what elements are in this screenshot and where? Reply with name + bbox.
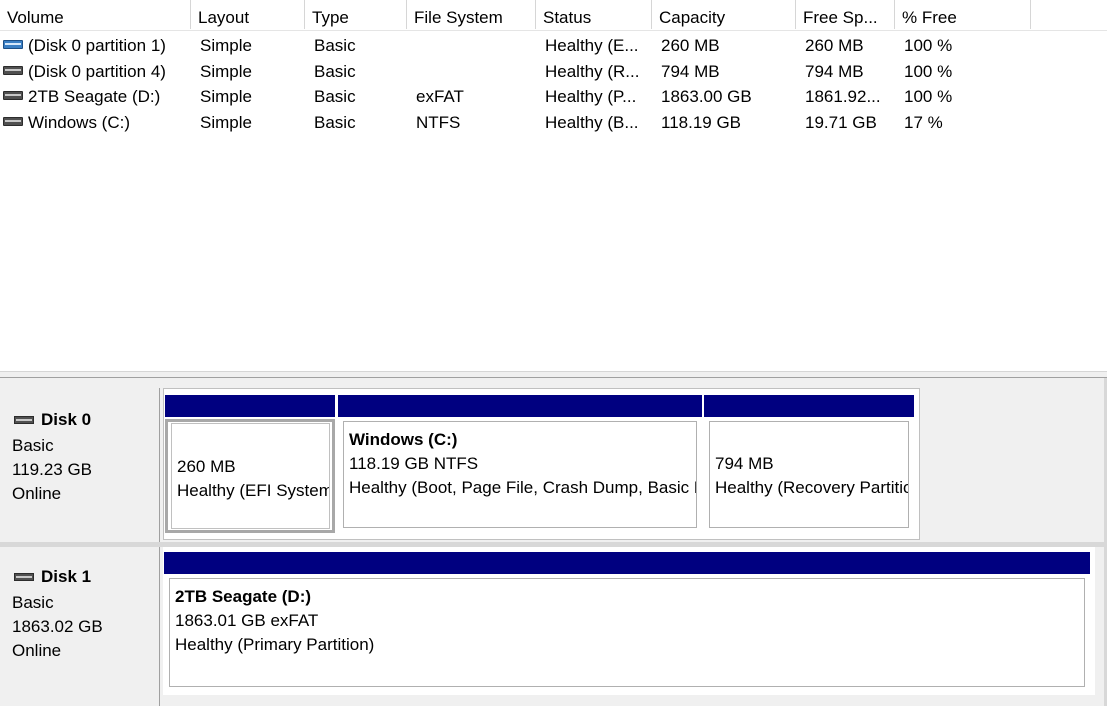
partition-bar [338,395,702,417]
list-header: Volume Layout Type File System Status Ca… [0,0,1107,31]
partition-recovery[interactable]: 794 MB Healthy (Recovery Partition) [704,395,914,533]
partition-size: 1863.01 GB exFAT [175,611,319,630]
volume-status: Healthy (B... [545,112,639,132]
disk-size: 119.23 GB [12,460,93,479]
disk-type: Basic [12,593,54,612]
volume-layout: Simple [200,87,252,106]
volume-file-system: NTFS [416,112,461,132]
pane-splitter[interactable] [0,371,1107,378]
volume-layout: Simple [200,36,252,55]
disk-icon [14,415,34,426]
partition-seagate-d[interactable]: 2TB Seagate (D:) 1863.01 GB exFAT Health… [164,552,1090,692]
partition-efi[interactable]: 260 MB Healthy (EFI System Partition) [165,395,335,533]
partition-bar [164,552,1090,574]
disk-size: 1863.02 GB [12,617,103,636]
disk-0-title: Disk 0 [14,410,91,430]
drive-icon [3,90,23,101]
partition-body: 2TB Seagate (D:) 1863.01 GB exFAT Health… [169,578,1085,687]
disk-map: Disk 0 Basic 119.23 GB Online 260 MB Hea… [0,378,1107,706]
column-header-free-space[interactable]: Free Sp... [796,0,895,29]
volume-free-space: 260 MB [805,36,864,55]
disk-1-label[interactable]: Disk 1 Basic 1863.02 GB Online [0,547,160,706]
partition-size: 118.19 GB NTFS [349,454,479,473]
disk-type: Basic [12,436,54,455]
column-header-capacity[interactable]: Capacity [652,0,796,29]
disk-0-label[interactable]: Disk 0 Basic 119.23 GB Online [0,388,160,544]
volume-file-system: exFAT [416,87,464,106]
volume-percent-free: 17 % [904,112,943,132]
volume-type: Basic [314,36,356,55]
partition-body: 260 MB Healthy (EFI System Partition) [171,423,330,529]
drive-icon [3,65,23,76]
volume-percent-free: 100 % [904,87,953,106]
partition-status: Healthy (Primary Partition) [175,635,375,654]
partition-status: Healthy (Recovery Partition) [715,478,909,497]
volume-free-space: 19.71 GB [805,112,877,132]
volume-free-space: 794 MB [805,61,864,81]
volume-name: Windows (C:) [28,112,131,132]
volume-layout: Simple [200,61,252,81]
volume-type: Basic [314,112,356,132]
table-row[interactable]: (Disk 0 partition 4) Simple Basic Health… [0,59,1107,85]
volume-status: Healthy (E... [545,36,639,55]
volume-free-space: 1861.92... [805,87,881,106]
volume-percent-free: 100 % [904,36,953,55]
volume-layout: Simple [200,112,252,132]
volume-type: Basic [314,61,356,81]
partition-size: 260 MB [172,457,241,477]
volume-capacity: 794 MB [661,61,720,81]
disk-state: Online [12,484,62,503]
partition-windows-c[interactable]: Windows (C:) 118.19 GB NTFS Healthy (Boo… [338,395,702,533]
volume-capacity: 1863.00 GB [661,87,752,106]
table-row[interactable]: 2TB Seagate (D:) Simple Basic exFAT Heal… [0,84,1107,110]
partition-bar [165,395,335,417]
disk-name: Disk 1 [41,567,92,586]
disk-name: Disk 0 [41,410,92,429]
volume-rows: (Disk 0 partition 1) Simple Basic Health… [0,33,1107,135]
partition-size: 794 MB [715,454,774,473]
partition-body: Windows (C:) 118.19 GB NTFS Healthy (Boo… [343,421,697,528]
column-header-file-system[interactable]: File System [407,0,536,29]
volume-name: (Disk 0 partition 4) [28,61,166,81]
partition-body: 794 MB Healthy (Recovery Partition) [709,421,909,528]
disk-1-title: Disk 1 [14,567,91,587]
drive-icon [3,116,23,127]
blue-drive-icon [3,39,23,50]
column-header-type[interactable]: Type [305,0,407,29]
column-header-layout[interactable]: Layout [191,0,305,29]
partition-title: 2TB Seagate (D:) [175,587,312,606]
partition-title: Windows (C:) [349,430,458,449]
volume-type: Basic [314,87,356,106]
volume-status: Healthy (R... [545,61,640,81]
partition-status: Healthy (Boot, Page File, Crash Dump, Ba… [349,478,696,497]
volume-name: (Disk 0 partition 1) [28,36,166,55]
column-header-volume[interactable]: Volume [0,0,191,29]
volume-percent-free: 100 % [904,61,953,81]
partition-status: Healthy (EFI System Partition) [172,481,329,501]
table-row[interactable]: (Disk 0 partition 1) Simple Basic Health… [0,33,1107,59]
table-row[interactable]: Windows (C:) Simple Basic NTFS Healthy (… [0,110,1107,136]
volume-capacity: 118.19 GB [661,112,742,132]
column-header-percent-free[interactable]: % Free [895,0,1031,29]
volume-capacity: 260 MB [661,36,720,55]
disk-0-partitions: 260 MB Healthy (EFI System Partition) Wi… [163,388,920,540]
partition-bar [704,395,914,417]
column-header-status[interactable]: Status [536,0,652,29]
volume-list[interactable]: Volume Layout Type File System Status Ca… [0,0,1107,371]
disk-icon [14,572,34,583]
volume-status: Healthy (P... [545,87,637,106]
volume-name: 2TB Seagate (D:) [28,87,161,106]
disk-1-partitions: 2TB Seagate (D:) 1863.01 GB exFAT Health… [163,547,1095,695]
disk-state: Online [12,641,62,660]
